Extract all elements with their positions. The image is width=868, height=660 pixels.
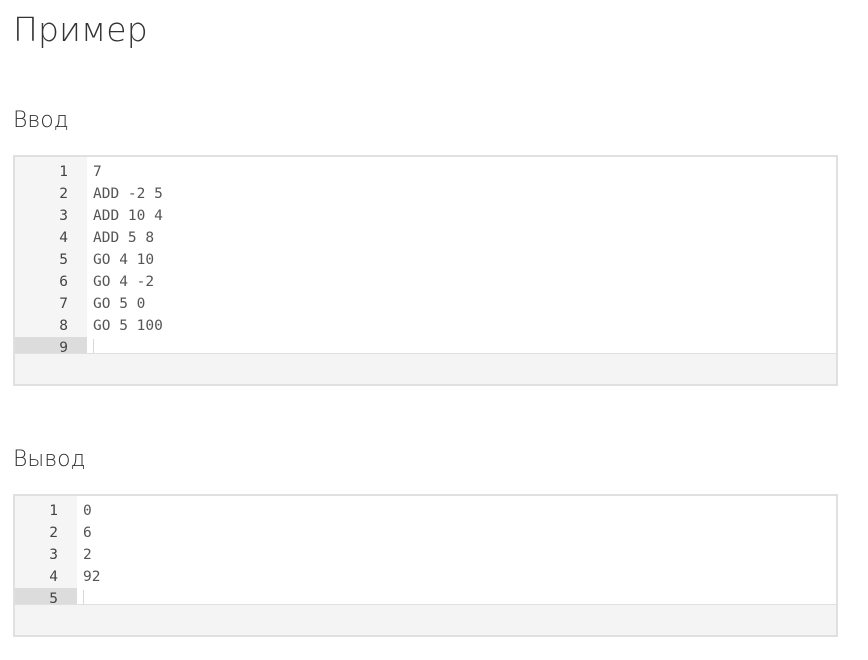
code-line[interactable]: 1 0	[15, 500, 836, 522]
line-number: 2	[15, 522, 77, 544]
line-number: 2	[15, 183, 87, 205]
line-number: 3	[15, 544, 77, 566]
line-number: 7	[15, 293, 87, 315]
line-number: 5	[15, 249, 87, 271]
code-line[interactable]: 4 ADD 5 8	[15, 227, 836, 249]
line-number: 1	[15, 500, 77, 522]
line-text[interactable]: 7	[87, 161, 102, 183]
code-line[interactable]: 5 GO 4 10	[15, 249, 836, 271]
line-text[interactable]: 6	[77, 522, 92, 544]
page: Пример Ввод 1 7 2 ADD -2 5 3 ADD 10 4 4 …	[0, 0, 868, 660]
input-editor[interactable]: 1 7 2 ADD -2 5 3 ADD 10 4 4 ADD 5 8 5 GO…	[13, 155, 838, 359]
code-line[interactable]: 3 ADD 10 4	[15, 205, 836, 227]
line-number: 8	[15, 315, 87, 337]
code-line[interactable]: 2 ADD -2 5	[15, 183, 836, 205]
line-number: 6	[15, 271, 87, 293]
line-text[interactable]: GO 4 -2	[87, 271, 154, 293]
line-text[interactable]: 92	[77, 566, 100, 588]
line-number: 4	[15, 566, 77, 588]
code-line[interactable]: 6 GO 4 -2	[15, 271, 836, 293]
output-section-title: Вывод	[13, 447, 86, 472]
code-line[interactable]: 8 GO 5 100	[15, 315, 836, 337]
line-number: 3	[15, 205, 87, 227]
line-text[interactable]: 0	[77, 500, 92, 522]
page-title: Пример	[13, 10, 148, 49]
input-section-title: Ввод	[13, 108, 69, 133]
line-text[interactable]: 2	[77, 544, 92, 566]
line-text[interactable]: GO 5 0	[87, 293, 145, 315]
input-editor-body[interactable]: 1 7 2 ADD -2 5 3 ADD 10 4 4 ADD 5 8 5 GO…	[15, 157, 836, 359]
output-editor-footer	[13, 604, 838, 637]
code-line[interactable]: 4 92	[15, 566, 836, 588]
input-editor-footer	[13, 353, 838, 386]
line-text[interactable]: GO 5 100	[87, 315, 163, 337]
output-editor[interactable]: 1 0 2 6 3 2 4 92 5	[13, 494, 838, 610]
line-text[interactable]: ADD -2 5	[87, 183, 163, 205]
code-line[interactable]: 3 2	[15, 544, 836, 566]
line-text[interactable]: ADD 5 8	[87, 227, 154, 249]
line-text[interactable]: ADD 10 4	[87, 205, 163, 227]
output-editor-body[interactable]: 1 0 2 6 3 2 4 92 5	[15, 496, 836, 610]
code-line[interactable]: 7 GO 5 0	[15, 293, 836, 315]
line-text[interactable]: GO 4 10	[87, 249, 154, 271]
line-number: 4	[15, 227, 87, 249]
code-line[interactable]: 1 7	[15, 161, 836, 183]
line-number: 1	[15, 161, 87, 183]
code-line[interactable]: 2 6	[15, 522, 836, 544]
